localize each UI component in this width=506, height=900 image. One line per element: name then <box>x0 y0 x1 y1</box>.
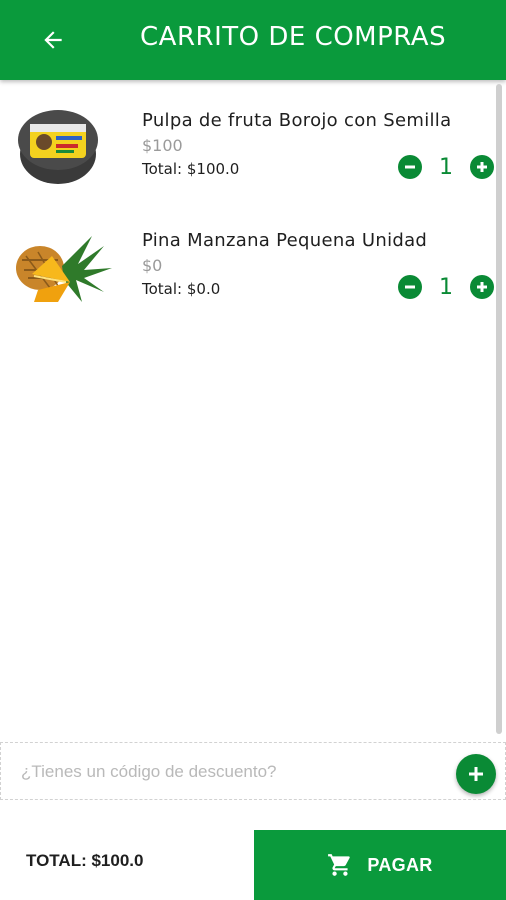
decrease-quantity-button[interactable] <box>398 275 422 299</box>
unit-price: $100 <box>142 136 183 155</box>
cart-item: Pulpa de fruta Borojo con Semilla $100 T… <box>0 88 496 208</box>
line-total: Total: $0.0 <box>142 280 221 298</box>
cart-total: TOTAL: $100.0 <box>26 851 144 870</box>
product-name: Pulpa de fruta Borojo con Semilla <box>142 110 452 131</box>
plus-icon <box>469 767 483 781</box>
pay-button[interactable]: PAGAR <box>254 830 506 900</box>
pay-button-label: PAGAR <box>367 854 433 875</box>
plus-icon <box>477 282 487 292</box>
page-title: CARRITO DE COMPRAS <box>140 22 447 52</box>
decrease-quantity-button[interactable] <box>398 155 422 179</box>
cart-icon <box>328 854 351 876</box>
product-name: Pina Manzana Pequena Unidad <box>142 230 428 251</box>
apply-coupon-button[interactable] <box>456 754 496 794</box>
coupon-input[interactable] <box>21 760 441 784</box>
back-button[interactable] <box>30 18 76 62</box>
coupon-field <box>0 742 506 800</box>
line-total: Total: $100.0 <box>142 160 240 178</box>
cart-list[interactable]: Pulpa de fruta Borojo con Semilla $100 T… <box>0 84 500 740</box>
product-image-pineapple <box>12 216 118 316</box>
app-bar: CARRITO DE COMPRAS <box>0 0 506 80</box>
increase-quantity-button[interactable] <box>470 155 494 179</box>
quantity-value: 1 <box>439 154 453 180</box>
quantity-stepper: 1 <box>398 274 494 300</box>
quantity-value: 1 <box>439 274 453 300</box>
minus-icon <box>405 165 415 169</box>
scrollbar[interactable] <box>496 84 502 734</box>
increase-quantity-button[interactable] <box>470 275 494 299</box>
unit-price: $0 <box>142 256 163 275</box>
arrow-left-icon <box>44 31 62 49</box>
quantity-stepper: 1 <box>398 154 494 180</box>
minus-icon <box>405 285 415 289</box>
cart-item: Pina Manzana Pequena Unidad $0 Total: $0… <box>0 208 496 328</box>
plus-icon <box>477 162 487 172</box>
product-image-borojo <box>12 96 118 196</box>
